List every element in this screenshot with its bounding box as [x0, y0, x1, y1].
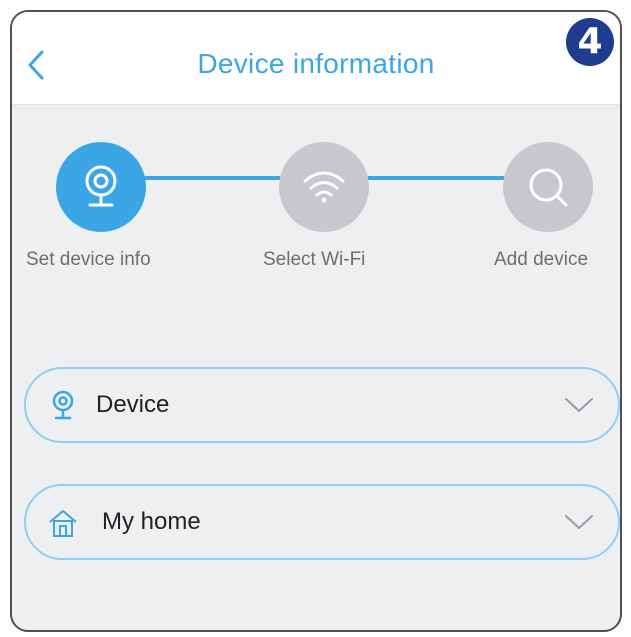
step-add-device — [503, 142, 593, 232]
home-icon — [49, 510, 77, 537]
device-select[interactable]: Device — [24, 367, 620, 443]
wifi-icon — [303, 171, 345, 203]
stepper-connector — [367, 176, 507, 180]
step-label-set-device-info: Set device info — [26, 249, 151, 270]
step-set-device-info — [56, 142, 146, 232]
stepper-connector — [142, 176, 282, 180]
chevron-down-icon — [565, 515, 593, 529]
page-title: Device information — [197, 48, 435, 79]
step-select-wifi — [279, 142, 369, 232]
app-screen: Device information Set device info Selec… — [10, 10, 622, 632]
step-label-add-device: Add device — [494, 249, 589, 270]
chevron-down-icon — [565, 398, 593, 412]
camera-icon — [52, 390, 74, 420]
camera-icon — [85, 165, 117, 207]
home-select-value: My home — [102, 508, 201, 535]
search-icon — [529, 168, 568, 207]
home-select[interactable]: My home — [24, 484, 620, 560]
step-number-badge: 4 — [566, 18, 614, 66]
header-bar: Device information — [12, 12, 620, 105]
step-label-select-wifi: Select Wi-Fi — [263, 249, 366, 270]
device-select-value: Device — [96, 391, 170, 418]
